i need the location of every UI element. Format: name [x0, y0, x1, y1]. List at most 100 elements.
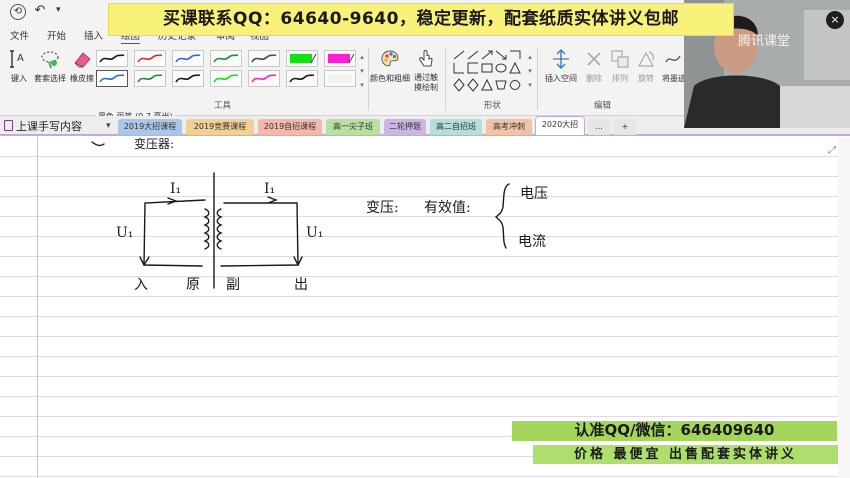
right-current-label: I₁ [264, 181, 276, 197]
group-tools-label: 工具 [214, 101, 232, 111]
rotate-button[interactable]: 旋转 [634, 48, 658, 84]
pen-swatch[interactable] [134, 50, 166, 67]
pen-swatch[interactable] [286, 70, 318, 87]
menu-file[interactable]: 文件 [10, 28, 29, 42]
touch-hand-icon [419, 50, 433, 67]
section-tab[interactable]: 2019自招课程 [258, 119, 322, 135]
left-current-label: I₁ [170, 181, 182, 197]
rotate-icon [637, 51, 655, 67]
pen-swatch[interactable] [210, 50, 242, 67]
pen-stroke-icon [137, 54, 163, 63]
shapes-gallery[interactable] [452, 49, 526, 93]
undo-icon[interactable]: ↶ [32, 4, 48, 20]
section-tab[interactable]: 高二自招班 [430, 119, 482, 135]
section-tab[interactable]: ... [588, 119, 610, 135]
pen-stroke-icon [175, 74, 201, 83]
pen-swatch[interactable] [286, 50, 318, 67]
heading-fragment: 变压器: [134, 137, 175, 151]
menu-home[interactable]: 开始 [47, 28, 66, 42]
touch-draw-label: 通过触摸绘制 [414, 73, 438, 92]
eraser-label: 橡皮擦 [70, 74, 94, 83]
lasso-select-button[interactable]: 套索选择 [33, 48, 67, 84]
pen-stroke-icon [99, 54, 125, 63]
pen-stroke-icon [290, 53, 317, 64]
pen-stroke-icon [99, 74, 125, 83]
notebook-dropdown-icon[interactable]: ▾ [106, 121, 111, 131]
palette-icon [381, 50, 399, 67]
convert-ink-button[interactable]: 将墨迹转换为 [662, 48, 684, 84]
insert-space-button[interactable]: 插入空间 [540, 48, 582, 84]
pen-swatch[interactable] [324, 50, 356, 67]
pen-stroke-icon [251, 54, 277, 63]
pen-swatch[interactable] [248, 70, 280, 87]
voltage-item: 电压 [520, 186, 548, 202]
left-voltage-label: U₁ [116, 225, 134, 241]
type-cursor-icon: A [10, 50, 24, 68]
arrange-button[interactable]: 排列 [607, 48, 633, 84]
section-tab[interactable]: 2019大招课程 [118, 119, 182, 135]
transformer-label: 变压: [366, 200, 399, 216]
insert-space-icon [553, 49, 569, 69]
pen-gallery-scroll[interactable]: ▴ ▾ ▾ [358, 50, 366, 94]
separator [445, 48, 446, 110]
convert-ink-label: 将墨迹转换为 [662, 74, 684, 83]
effective-value-label: 有效值: [424, 200, 471, 216]
add-section-button[interactable]: + [614, 119, 636, 135]
pen-swatch[interactable] [96, 70, 128, 87]
input-label: 入 [134, 277, 148, 293]
pen-swatch[interactable] [324, 70, 356, 87]
secondary-label: 副 [226, 277, 240, 293]
section-tab[interactable]: 高一尖子班 [326, 119, 380, 135]
shapes-gallery-scroll[interactable]: ▴ ▾ ▾ [526, 50, 534, 94]
svg-text:A: A [17, 53, 24, 64]
section-tab[interactable]: 2019竞赛课程 [186, 119, 254, 135]
section-tab[interactable]: 二轮押题 [384, 119, 426, 135]
lasso-label: 套索选择 [34, 74, 66, 83]
touch-draw-button[interactable]: 通过触摸绘制 [412, 48, 440, 93]
pen-stroke-icon [328, 53, 355, 64]
quick-access-dropdown-icon[interactable]: ▾ [56, 5, 61, 15]
group-shapes-label: 形状 [484, 101, 502, 111]
pen-swatch[interactable] [172, 50, 204, 67]
section-tab[interactable]: 高考冲刺 [486, 119, 532, 135]
eraser-button[interactable]: 橡皮擦 [68, 48, 96, 84]
right-voltage-label: U₁ [306, 225, 324, 241]
pen-swatch[interactable] [248, 50, 280, 67]
close-icon[interactable]: × [826, 11, 844, 29]
delete-button[interactable]: 删除 [582, 48, 606, 84]
pen-stroke-icon [137, 74, 163, 83]
menu-insert[interactable]: 插入 [84, 28, 103, 42]
promo-banner: 买课联系QQ：64640-9640，稳定更新，配套纸质实体讲义包邮 [108, 3, 734, 36]
section-tab[interactable]: 2020大招 [536, 117, 584, 135]
lasso-icon [41, 51, 59, 69]
pen-swatch[interactable] [96, 50, 128, 67]
notebook-name[interactable]: 上课手写内容 [16, 118, 82, 134]
arrange-icon [611, 50, 629, 68]
pen-stroke-icon [251, 74, 277, 83]
pen-swatch[interactable] [134, 70, 166, 87]
group-edit-label: 编辑 [594, 101, 612, 111]
promo-contact-box: 认准QQ/微信：646409640 [512, 421, 837, 441]
output-label: 出 [294, 277, 308, 293]
pen-stroke-icon [289, 74, 315, 83]
pen-swatch[interactable] [210, 70, 242, 87]
pen-swatch[interactable] [172, 70, 204, 87]
rotate-label: 旋转 [638, 74, 654, 83]
promo-price-box: 价格 最便宜 出售配套实体讲义 [533, 445, 838, 464]
eraser-icon [74, 52, 91, 68]
color-thickness-button[interactable]: 颜色和粗细 [368, 48, 412, 84]
type-button[interactable]: A 键入 [6, 48, 32, 84]
pen-stroke-icon [175, 54, 201, 63]
delete-x-icon [587, 52, 601, 66]
color-thickness-label: 颜色和粗细 [370, 74, 410, 83]
separator [537, 48, 538, 110]
pen-stroke-icon [328, 74, 352, 83]
pen-stroke-icon [213, 54, 239, 63]
pen-stroke-icon [213, 74, 239, 83]
arrange-label: 排列 [612, 74, 628, 83]
convert-ink-icon [665, 55, 681, 63]
primary-label: 原 [186, 277, 200, 293]
delete-label: 删除 [586, 74, 602, 83]
current-item: 电流 [518, 234, 546, 250]
back-icon[interactable]: ⟲ [10, 4, 26, 20]
